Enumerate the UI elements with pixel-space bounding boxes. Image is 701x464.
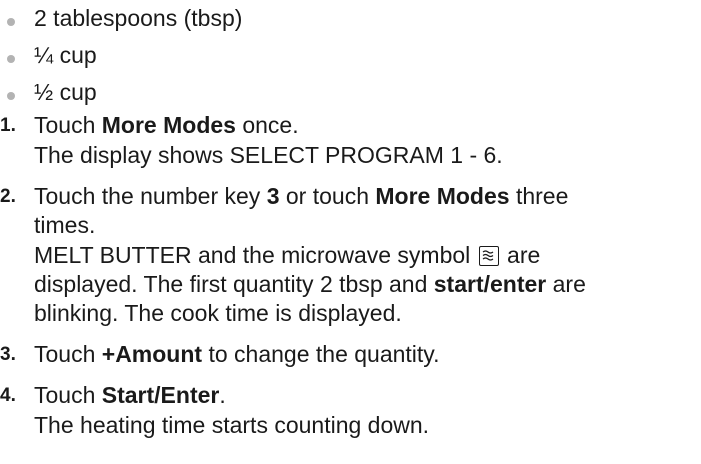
step-text: are	[500, 242, 541, 268]
bullet-dot	[7, 55, 15, 63]
step-text: Touch the number key	[34, 183, 267, 209]
step-number: 4.	[0, 385, 16, 406]
step-instruction: Touch the number key 3 or touch More Mod…	[34, 182, 701, 211]
step-number: 1.	[0, 115, 16, 136]
step-text: are	[546, 271, 586, 297]
step-text: or touch	[279, 183, 376, 209]
step-instruction: Touch More Modes once.	[34, 111, 701, 140]
step-3: 3. Touch +Amount to change the quantity.	[0, 340, 701, 369]
key-label: 3	[266, 183, 280, 209]
step-text: Touch	[34, 382, 102, 408]
step-2: 2. Touch the number key 3 or touch More …	[0, 182, 701, 328]
microwave-symbol-icon	[478, 246, 499, 266]
bullet-dot	[7, 92, 15, 100]
key-label: More Modes	[375, 183, 510, 209]
step-text: displayed. The first quantity 2 tbsp and	[34, 271, 434, 297]
bullet-dot	[7, 18, 15, 26]
step-text: once.	[235, 112, 299, 138]
step-text: Touch	[34, 341, 102, 367]
step-text: .	[219, 382, 226, 408]
key-label: +Amount	[101, 341, 203, 367]
step-text: three	[509, 183, 569, 209]
step-instruction-cont: times.	[34, 212, 96, 238]
step-1: 1. Touch More Modes once. The display sh…	[0, 111, 701, 170]
step-text: to change the quantity.	[202, 341, 440, 367]
key-label: More Modes	[101, 112, 236, 138]
step-4: 4. Touch Start/Enter. The heating time s…	[0, 381, 701, 440]
bullet-text: ¼ cup	[34, 42, 97, 68]
step-result: MELT BUTTER and the microwave symbol are	[34, 241, 701, 270]
step-result-cont: blinking. The cook time is displayed.	[34, 300, 402, 326]
step-result: The display shows SELECT PROGRAM 1 - 6.	[34, 142, 503, 168]
step-result: The heating time starts counting down.	[34, 412, 430, 438]
instruction-steps: 1. Touch More Modes once. The display sh…	[0, 108, 701, 440]
step-text: MELT BUTTER and the microwave symbol	[34, 242, 477, 268]
step-instruction: Touch Start/Enter.	[34, 381, 701, 410]
step-number: 2.	[0, 186, 16, 207]
step-instruction: Touch +Amount to change the quantity.	[34, 340, 701, 369]
bullet-text: ½ cup	[34, 79, 97, 105]
step-text: Touch	[34, 112, 102, 138]
step-number: 3.	[0, 344, 16, 365]
key-label: Start/Enter	[101, 382, 220, 408]
bullet-text: 2 tablespoons (tbsp)	[34, 5, 243, 31]
step-result-cont: displayed. The first quantity 2 tbsp and…	[34, 270, 701, 299]
key-label: start/enter	[433, 271, 547, 297]
